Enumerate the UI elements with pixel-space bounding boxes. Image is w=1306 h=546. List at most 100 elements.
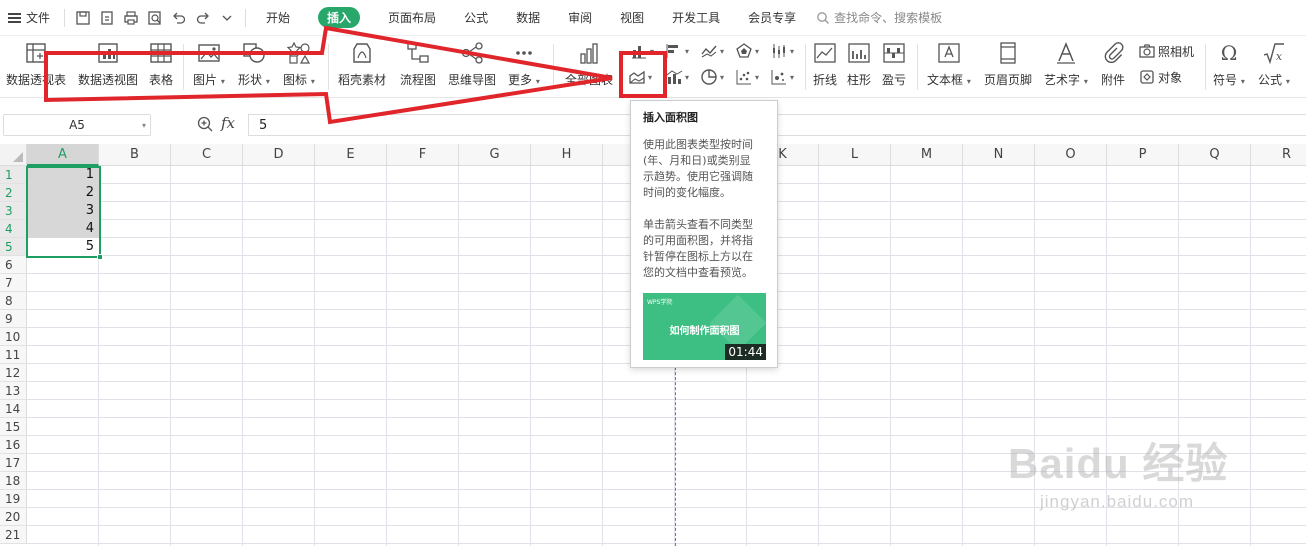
area-chart-button[interactable]: ▾ (628, 68, 652, 86)
sparkline-column-button[interactable]: 柱形 (846, 40, 872, 88)
sparkline-line-button[interactable]: 折线 (812, 40, 838, 88)
file-menu-button[interactable]: 文件 (0, 0, 58, 36)
column-header[interactable]: G (459, 144, 531, 166)
save-icon[interactable] (72, 7, 94, 29)
cell[interactable]: 4 (27, 220, 99, 238)
more-button[interactable]: 更多 ▾ (508, 40, 540, 88)
textbox-button[interactable]: 文本框 ▾ (927, 40, 971, 88)
column-header[interactable]: N (963, 144, 1035, 166)
row-header[interactable]: 8 (0, 292, 27, 310)
radar-chart-button[interactable]: ▾ (735, 42, 759, 60)
cell[interactable]: 1 (27, 166, 99, 184)
row-header[interactable]: 20 (0, 508, 27, 526)
row-header[interactable]: 5 (0, 238, 27, 256)
print-icon[interactable] (120, 7, 142, 29)
column-header[interactable]: M (891, 144, 963, 166)
row-header[interactable]: 11 (0, 346, 27, 364)
zoom-icon[interactable] (196, 115, 214, 133)
row-header[interactable]: 2 (0, 184, 27, 202)
row-header[interactable]: 3 (0, 202, 27, 220)
name-box[interactable]: A5 ▾ (3, 114, 151, 136)
combo-chart-button[interactable]: ▾ (665, 68, 689, 86)
row-header[interactable]: 6 (0, 256, 27, 274)
tab-review[interactable]: 审阅 (554, 0, 606, 36)
column-header[interactable]: O (1035, 144, 1107, 166)
column-header[interactable]: P (1107, 144, 1179, 166)
column-header[interactable]: H (531, 144, 603, 166)
pie-chart-button[interactable]: ▾ (700, 68, 724, 86)
tab-home[interactable]: 开始 (252, 0, 304, 36)
stock-chart-icon (773, 44, 785, 58)
undo-icon[interactable] (168, 7, 190, 29)
row-header[interactable]: 15 (0, 418, 27, 436)
fill-handle[interactable] (97, 254, 103, 260)
camera-button[interactable]: 照相机 (1138, 42, 1194, 60)
column-chart-button[interactable]: ▾ (630, 42, 654, 60)
quick-access-dropdown-icon[interactable] (216, 7, 238, 29)
fx-icon[interactable]: fx (221, 114, 235, 132)
wordart-button[interactable]: 艺术字 ▾ (1044, 40, 1088, 88)
row-header[interactable]: 18 (0, 472, 27, 490)
picture-button[interactable]: 图片 ▾ (193, 40, 225, 88)
stock-chart-button[interactable]: ▾ (770, 42, 794, 60)
scatter-chart-button[interactable]: ▾ (735, 68, 759, 86)
paperclip-icon (1100, 40, 1126, 66)
row-header[interactable]: 9 (0, 310, 27, 328)
mindmap-button[interactable]: 思维导图 (448, 40, 496, 88)
bubble-chart-button[interactable]: ▾ (770, 68, 794, 86)
all-charts-button[interactable]: 全部图表 (565, 40, 613, 88)
row-header[interactable]: 17 (0, 454, 27, 472)
select-all-corner[interactable] (0, 144, 27, 166)
row-header[interactable]: 21 (0, 526, 27, 544)
column-header[interactable]: E (315, 144, 387, 166)
tutorial-video-thumbnail[interactable]: WPS学院 如何制作面积图 01:44 (643, 293, 766, 360)
column-header[interactable]: B (99, 144, 171, 166)
cell[interactable]: 3 (27, 202, 99, 220)
sparkline-winloss-button[interactable]: 盈亏 (881, 40, 907, 88)
tab-page-layout[interactable]: 页面布局 (374, 0, 450, 36)
column-header[interactable]: L (819, 144, 891, 166)
row-header[interactable]: 16 (0, 436, 27, 454)
row-header[interactable]: 12 (0, 364, 27, 382)
flowchart-button[interactable]: 流程图 (400, 40, 436, 88)
docer-material-button[interactable]: 稻壳素材 (338, 40, 386, 88)
column-header[interactable]: R (1251, 144, 1306, 166)
icon-library-button[interactable]: 图标 ▾ (283, 40, 315, 88)
pivot-table-button[interactable]: 数据透视表 (6, 40, 66, 88)
column-header[interactable]: Q (1179, 144, 1251, 166)
bar-chart-button[interactable]: ▾ (665, 42, 689, 60)
object-button[interactable]: 对象 (1138, 68, 1182, 86)
command-search[interactable]: 查找命令、搜索模板 (816, 9, 942, 26)
row-header[interactable]: 1 (0, 166, 27, 184)
print-preview-icon[interactable] (144, 7, 166, 29)
row-header[interactable]: 19 (0, 490, 27, 508)
tab-developer[interactable]: 开发工具 (658, 0, 734, 36)
cell[interactable]: 2 (27, 184, 99, 202)
column-header[interactable]: C (171, 144, 243, 166)
line-chart-button[interactable]: ▾ (700, 42, 724, 60)
table-button[interactable]: 表格 (148, 40, 174, 88)
tab-member[interactable]: 会员专享 (734, 0, 810, 36)
shape-button[interactable]: 形状 ▾ (238, 40, 270, 88)
row-header[interactable]: 10 (0, 328, 27, 346)
redo-icon[interactable] (192, 7, 214, 29)
row-header[interactable]: 14 (0, 400, 27, 418)
column-header[interactable]: D (243, 144, 315, 166)
column-header[interactable]: F (387, 144, 459, 166)
row-header[interactable]: 13 (0, 382, 27, 400)
attachment-button[interactable]: 附件 (1100, 40, 1126, 88)
row-header[interactable]: 7 (0, 274, 27, 292)
column-header[interactable]: A (27, 144, 99, 166)
pivot-chart-button[interactable]: 数据透视图 (78, 40, 138, 88)
header-footer-button[interactable]: 页眉页脚 (984, 40, 1032, 88)
equation-button[interactable]: x 公式 ▾ (1258, 40, 1290, 88)
tab-label: 开始 (266, 11, 291, 25)
row-header[interactable]: 4 (0, 220, 27, 238)
export-pdf-icon[interactable] (96, 7, 118, 29)
tab-formulas[interactable]: 公式 (450, 0, 502, 36)
symbol-button[interactable]: Ω 符号 ▾ (1213, 40, 1245, 88)
cell[interactable]: 5 (27, 238, 99, 256)
tab-data[interactable]: 数据 (502, 0, 554, 36)
tab-insert[interactable]: 插入 (304, 0, 374, 36)
tab-view[interactable]: 视图 (606, 0, 658, 36)
